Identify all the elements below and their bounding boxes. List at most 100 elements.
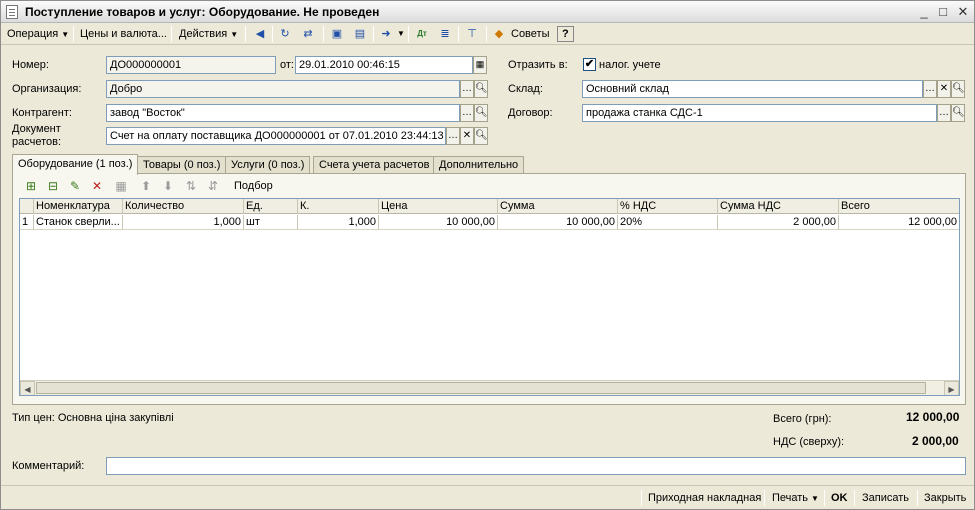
- cell-price[interactable]: 10 000,00: [379, 215, 498, 230]
- settlement-document-field[interactable]: Счет на оплату поставщика ДО000000001 от…: [106, 127, 446, 145]
- ellipsis-icon[interactable]: …: [446, 127, 460, 145]
- search-icon[interactable]: 🔍︎: [474, 104, 488, 122]
- column-header[interactable]: Ед.: [244, 199, 298, 214]
- operation-menu[interactable]: Операция ▼: [4, 25, 72, 43]
- ok-button[interactable]: OK: [828, 489, 851, 507]
- column-header[interactable]: Сумма: [498, 199, 618, 214]
- chevron-down-icon: ▼: [61, 30, 70, 39]
- invoice-button[interactable]: Приходная накладная: [645, 489, 764, 507]
- row-number: 1: [20, 215, 34, 230]
- maximize-button[interactable]: □: [934, 3, 952, 20]
- sort-descending-icon[interactable]: ⇵: [205, 179, 221, 193]
- sort-ascending-icon[interactable]: ⇅: [183, 179, 199, 193]
- actions-menu[interactable]: Действия ▼: [176, 25, 241, 43]
- debit-credit-icon[interactable]: Дт: [414, 26, 430, 42]
- close-window-button[interactable]: ✕: [954, 3, 972, 20]
- tips-button[interactable]: Советы: [508, 25, 552, 43]
- tab-settlement-accounts[interactable]: Счета учета расчетов: [313, 156, 436, 174]
- search-icon[interactable]: 🔍︎: [474, 127, 488, 145]
- date-field[interactable]: 29.01.2010 00:46:15: [295, 56, 473, 74]
- items-table: Номенклатура Количество Ед. К. Цена Сумм…: [19, 198, 960, 396]
- print-menu[interactable]: Печать ▼: [769, 489, 822, 507]
- column-header[interactable]: % НДС: [618, 199, 718, 214]
- column-header[interactable]: К.: [298, 199, 379, 214]
- equipment-panel: ⊞ ⊟ ✎ ✕ ▦ ⬆ ⬇ ⇅ ⇵ Подбор Номенклатура Ко…: [12, 173, 966, 405]
- number-field[interactable]: ДО000000001: [106, 56, 276, 74]
- cell-total[interactable]: 12 000,00: [839, 215, 959, 230]
- warehouse-field[interactable]: Основний склад: [582, 80, 923, 98]
- end-edit-icon[interactable]: ▦: [113, 179, 129, 193]
- tab-goods[interactable]: Товары (0 поз.): [137, 156, 227, 174]
- window-title: Поступление товаров и услуг: Оборудовани…: [25, 5, 380, 19]
- structure-icon[interactable]: ⊤: [464, 26, 480, 42]
- move-up-icon[interactable]: ⬆: [138, 179, 154, 193]
- cell-sum[interactable]: 10 000,00: [498, 215, 618, 230]
- copy-row-icon[interactable]: ⊟: [45, 179, 61, 193]
- ellipsis-icon[interactable]: …: [923, 80, 937, 98]
- column-header[interactable]: Номенклатура: [34, 199, 123, 214]
- organization-field[interactable]: Добро: [106, 80, 460, 98]
- add-row-icon[interactable]: ⊞: [23, 179, 39, 193]
- transfer-icon[interactable]: ⇄: [300, 26, 316, 42]
- close-button[interactable]: Закрыть: [921, 489, 969, 507]
- separator: [764, 490, 765, 506]
- comment-field[interactable]: [106, 457, 966, 475]
- title-bar: Поступление товаров и услуг: Оборудовани…: [1, 1, 974, 23]
- search-icon[interactable]: 🔍︎: [951, 104, 965, 122]
- selection-button[interactable]: Подбор: [234, 180, 273, 192]
- cell-vat-rate[interactable]: 20%: [618, 215, 718, 230]
- minimize-button[interactable]: _: [915, 3, 933, 20]
- tab-equipment[interactable]: Оборудование (1 поз.): [12, 154, 139, 175]
- column-header[interactable]: Сумма НДС: [718, 199, 839, 214]
- column-header[interactable]: [20, 199, 34, 214]
- column-header[interactable]: Количество: [123, 199, 244, 214]
- warehouse-label: Склад:: [508, 83, 543, 95]
- edit-row-icon[interactable]: ✎: [67, 179, 83, 193]
- chevron-down-icon: ▼: [811, 494, 819, 503]
- counterparty-field[interactable]: завод "Восток": [106, 104, 460, 122]
- cell-quantity[interactable]: 1,000: [123, 215, 244, 230]
- refresh-icon[interactable]: ↻: [277, 26, 293, 42]
- chevron-down-icon: ▼: [230, 30, 239, 39]
- delete-row-icon[interactable]: ✕: [89, 179, 105, 193]
- table-row[interactable]: 1 Станок сверли... 1,000 шт 1,000 10 000…: [20, 215, 959, 230]
- column-header[interactable]: Цена: [379, 199, 498, 214]
- tax-accounting-checkbox[interactable]: ✔: [583, 58, 596, 71]
- cell-unit[interactable]: шт: [244, 215, 298, 230]
- post-document-icon[interactable]: ▣: [329, 26, 345, 42]
- back-arrow-icon[interactable]: ◀: [252, 26, 268, 42]
- calendar-icon[interactable]: ▦: [473, 56, 487, 74]
- scrollbar-thumb[interactable]: [36, 382, 926, 394]
- column-header[interactable]: Всего: [839, 199, 959, 214]
- tab-services[interactable]: Услуги (0 поз.): [225, 156, 311, 174]
- clear-icon[interactable]: ✕: [460, 127, 474, 145]
- save-button[interactable]: Записать: [859, 489, 912, 507]
- prices-currency-button[interactable]: Цены и валюта...: [77, 25, 170, 43]
- report-icon[interactable]: ≣: [437, 26, 453, 42]
- scroll-right-icon[interactable]: ▶: [944, 381, 959, 395]
- contract-field[interactable]: продажа станка СДС-1: [582, 104, 937, 122]
- clear-icon[interactable]: ✕: [937, 80, 951, 98]
- move-down-icon[interactable]: ⬇: [160, 179, 176, 193]
- search-icon[interactable]: 🔍︎: [951, 80, 965, 98]
- organization-label: Организация:: [12, 83, 82, 95]
- toolbar: Операция ▼ Цены и валюта... Действия ▼ ◀ ↻…: [1, 23, 974, 45]
- vat-value: 2 000,00: [912, 434, 959, 448]
- ellipsis-icon[interactable]: …: [937, 104, 951, 122]
- search-icon[interactable]: 🔍︎: [474, 80, 488, 98]
- tab-additional[interactable]: Дополнительно: [433, 156, 525, 174]
- scroll-left-icon[interactable]: ◀: [20, 381, 35, 395]
- unpost-document-icon[interactable]: ▤: [352, 26, 368, 42]
- ellipsis-icon[interactable]: …: [460, 80, 474, 98]
- ellipsis-icon[interactable]: …: [460, 104, 474, 122]
- tax-accounting-label: налог. учете: [599, 59, 661, 71]
- separator: [272, 26, 273, 42]
- based-on-icon[interactable]: ➜: [378, 26, 394, 42]
- cell-nomenclature[interactable]: Станок сверли...: [34, 215, 123, 230]
- cell-vat-sum[interactable]: 2 000,00: [718, 215, 839, 230]
- chevron-down-icon[interactable]: ▼: [394, 25, 408, 43]
- separator: [854, 490, 855, 506]
- help-button[interactable]: ?: [557, 26, 574, 42]
- cell-coefficient[interactable]: 1,000: [298, 215, 379, 230]
- horizontal-scrollbar[interactable]: ◀ ▶: [20, 380, 959, 395]
